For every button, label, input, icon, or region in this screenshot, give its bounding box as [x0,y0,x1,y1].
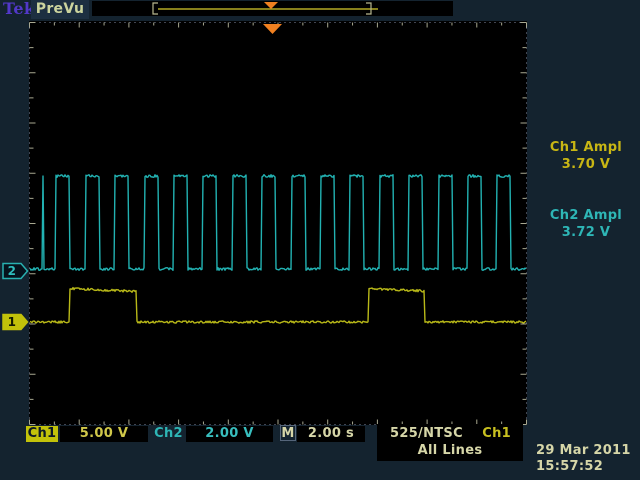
ch2-position-marker: 2 [2,262,29,280]
ch2-channel-badge: Ch2 [152,426,185,442]
record-trigger-marker-icon [264,2,278,9]
trigger-standard: 525/NTSC [390,426,463,442]
date-text: 29 Mar 2011 [536,443,638,459]
timebase-badge: M [280,425,296,441]
record-left-bracket-icon [153,3,158,14]
timebase-readout: 2.00 s [297,426,365,442]
ch2-amplitude-label: Ch2 Ampl [534,207,638,224]
time-text: 15:57:52 [536,459,638,475]
waveform-display [29,21,527,425]
ch1-marker-label: 1 [2,313,22,331]
ch2-scale-readout: 2.00 V [186,426,273,442]
acquisition-status: PreVu [31,0,89,19]
ch1-scale-readout: 5.00 V [60,426,148,442]
ch1-channel-badge: Ch1 [26,426,58,442]
record-view-bar [92,1,453,16]
ch1-amplitude-readout: Ch1 Ampl 3.70 V [534,139,638,173]
ch1-amplitude-value: 3.70 V [534,156,638,173]
ch2-marker-label: 2 [2,262,22,280]
ch1-position-marker: 1 [2,313,29,331]
oscilloscope-screen: Tek PreVu 2 1 Ch1 Ampl 3. [0,0,640,480]
datetime-readout: 29 Mar 2011 15:57:52 [536,443,638,475]
graticule [29,21,527,425]
ch2-amplitude-readout: Ch2 Ampl 3.72 V [534,207,638,241]
trigger-readout: 525/NTSC Ch1 All Lines [377,424,523,461]
trigger-source: Ch1 [482,426,511,442]
ch1-amplitude-label: Ch1 Ampl [534,139,638,156]
trigger-mode: All Lines [377,442,523,459]
ch2-amplitude-value: 3.72 V [534,224,638,241]
record-view-graphic [92,1,453,16]
